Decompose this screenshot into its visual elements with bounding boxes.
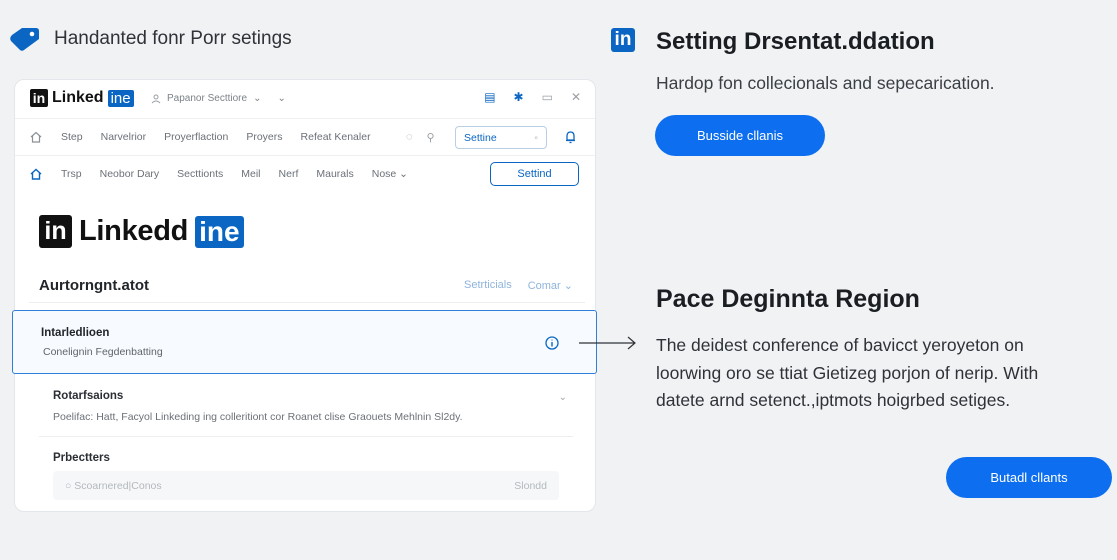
window-controls: ▤ ✱ ▭ ✕ — [484, 90, 581, 104]
user-icon — [151, 94, 161, 103]
highlighted-setting-card[interactable]: Intarledlioen Conelignin Fegdenbatting — [12, 310, 597, 374]
caption-text: Handanted fonr Porr setings — [54, 28, 292, 49]
gear-icon[interactable]: ✱ — [514, 90, 524, 104]
big-brand-word: Linkedd — [79, 215, 189, 247]
highlight-title: Intarledlioen — [41, 327, 110, 339]
section-actions: Setrticials Comar ⌄ — [464, 279, 573, 292]
section-header: Aurtorngnt.atot Setrticials Comar ⌄ — [39, 277, 573, 294]
nav-item-maurals[interactable]: Maurals — [316, 168, 353, 180]
nav-item-step[interactable]: Step — [61, 131, 83, 143]
top-caption: Handanted fonr Porr setings — [8, 26, 292, 52]
chevron-icon: ◦ — [534, 131, 538, 144]
nav-item-nerf[interactable]: Nerf — [279, 168, 299, 180]
search-input[interactable]: ○ Scoarnered|Conos Slondd — [53, 471, 559, 500]
nav-item-proyerflaction[interactable]: Proyerflaction — [164, 131, 228, 143]
chevron-down-icon[interactable]: ⌄ — [559, 392, 567, 403]
region-title: Pace Deginnta Region — [656, 285, 920, 313]
search-action[interactable]: Slondd — [514, 480, 547, 492]
list-item-subtitle: Poelifac: Hatt, Facyol Linkeding ing col… — [53, 411, 463, 423]
list-item-title: Prbectters — [53, 452, 110, 464]
nav-item-refeat-kenaler[interactable]: Refeat Kenaler — [301, 131, 371, 143]
chevron-down-icon: ⌄ — [253, 93, 262, 104]
close-icon[interactable]: ✕ — [571, 90, 581, 104]
linkedin-logo[interactable]: in Linked ine — [30, 89, 134, 107]
section-select-label: Comar — [527, 280, 561, 292]
brand-suffix: ine — [107, 89, 134, 107]
home-icon[interactable] — [29, 167, 43, 181]
big-linkedin-logo: in Linkedd ine — [39, 215, 244, 248]
linkedin-icon: in — [30, 89, 48, 107]
brand-word: Linked — [52, 89, 104, 106]
section-title: Aurtorngnt.atot — [39, 277, 149, 294]
nav-item-nose[interactable]: Nose ⌄ — [372, 168, 408, 180]
linkedin-icon-glyph: in — [611, 28, 635, 52]
nav-icons: ◌ ⚲ — [406, 131, 435, 144]
list-item[interactable]: Rotarfsaions Poelifac: Hatt, Facyol Link… — [39, 374, 573, 437]
clipboard-icon[interactable]: ▤ — [484, 90, 495, 104]
highlight-subtitle: Conelignin Fegdenbatting — [43, 346, 163, 358]
secondary-button[interactable]: Butadl cllants — [946, 457, 1112, 498]
app-window: in Linked ine Papanor Secttiore ⌄ ⌄ ▤ ✱ … — [14, 79, 596, 512]
chevron-down-icon: ⌄ — [563, 280, 573, 292]
big-brand-suffix: ine — [195, 215, 244, 248]
setting-button[interactable]: Settind — [490, 162, 579, 186]
info-icon[interactable] — [545, 336, 559, 350]
chevron-down-icon: ⌄ — [399, 168, 408, 180]
home-icon[interactable] — [29, 130, 43, 144]
nav-item-narvelrior[interactable]: Narvelrior — [101, 131, 147, 143]
setting-select-label: Settine — [464, 131, 497, 144]
chevron-down-icon: ⌄ — [277, 93, 286, 104]
divider — [29, 302, 585, 303]
profile-select[interactable]: Papanor Secttiore ⌄ ⌄ — [151, 93, 286, 104]
search-placeholder: ○ Scoarnered|Conos — [65, 480, 162, 492]
primary-nav: Step Narvelrior Proyerflaction Proyers R… — [15, 118, 595, 155]
region-description: The deidest conference of bavicct yeroye… — [656, 335, 1039, 410]
arrow-right-icon — [579, 336, 636, 350]
person-icon[interactable]: ⚲ — [427, 131, 435, 144]
primary-button[interactable]: Busside cllanis — [655, 115, 825, 156]
nav-item-trsp[interactable]: Trsp — [61, 168, 82, 180]
search-icon: ○ — [65, 479, 72, 492]
nav-item-nose-label: Nose — [371, 168, 397, 180]
feature-subtitle: Hardop fon collecionals and sepecaricati… — [656, 73, 995, 93]
feature-title: Setting Drsentat.ddation — [656, 28, 935, 55]
message-icon[interactable]: ◌ — [406, 131, 413, 144]
nav-item-meil[interactable]: Meil — [241, 168, 260, 180]
section-select[interactable]: Comar ⌄ — [528, 279, 573, 292]
list-item-title: Rotarfsaions — [53, 390, 124, 402]
tag-icon — [10, 28, 39, 51]
nav-item-secttionts[interactable]: Secttionts — [177, 168, 223, 180]
bell-icon[interactable] — [564, 130, 577, 144]
linkedin-icon: in — [611, 28, 635, 52]
setting-select[interactable]: Settine ◦ — [455, 126, 547, 149]
chat-icon[interactable]: ▭ — [542, 90, 553, 104]
secondary-nav: Trsp Neobor Dary Secttionts Meil Nerf Ma… — [15, 155, 595, 192]
linkedin-icon: in — [39, 215, 72, 248]
nav-item-neobor-dary[interactable]: Neobor Dary — [100, 168, 160, 180]
section-link[interactable]: Setrticials — [464, 279, 512, 292]
profile-select-label: Papanor Secttiore — [167, 93, 248, 104]
search-placeholder-text: Scoarnered|Conos — [74, 479, 162, 492]
window-header: in Linked ine Papanor Secttiore ⌄ ⌄ ▤ ✱ … — [15, 80, 595, 118]
nav-item-proyers[interactable]: Proyers — [246, 131, 282, 143]
